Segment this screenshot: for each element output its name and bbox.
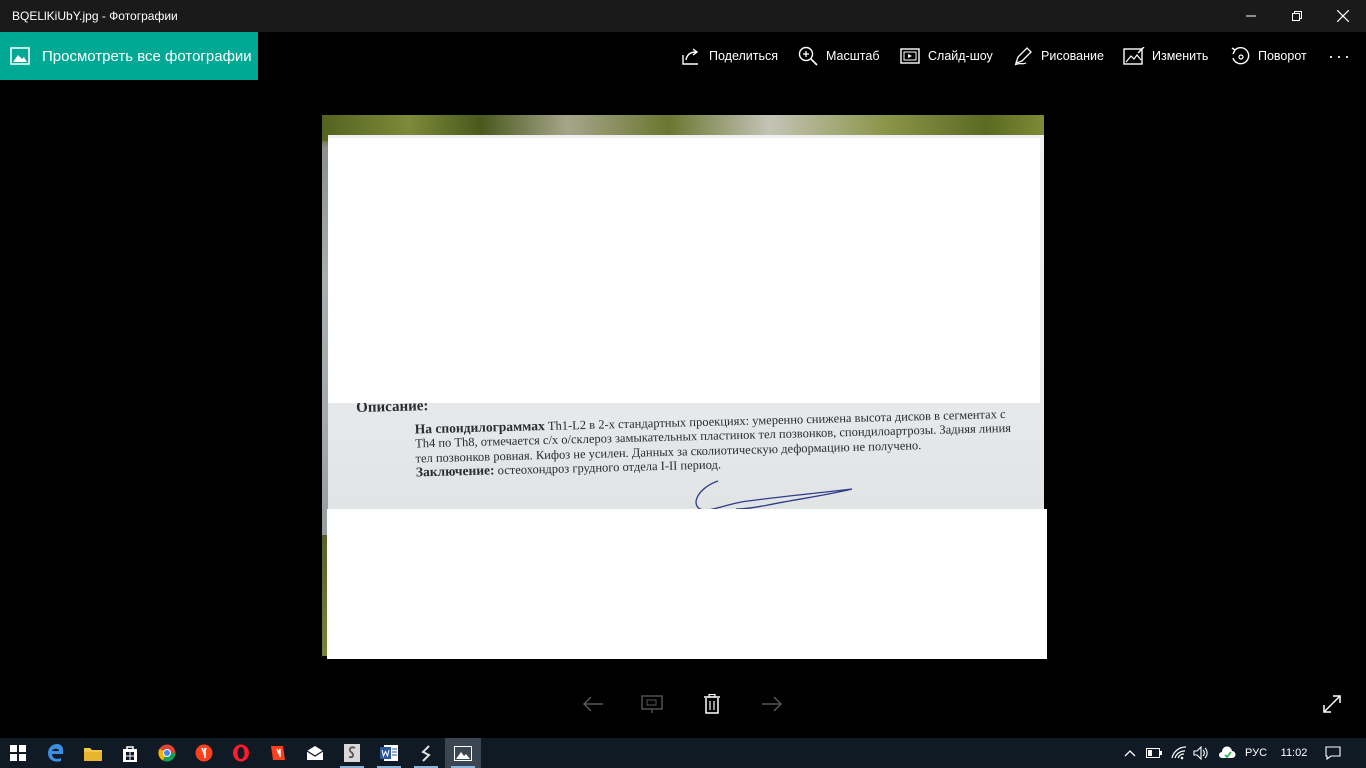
photos-icon xyxy=(454,745,472,761)
taskbar: РУС 11:02 xyxy=(0,738,1366,768)
input-language[interactable]: РУС xyxy=(1240,738,1272,768)
pen-icon xyxy=(1014,47,1032,66)
app-s-icon xyxy=(344,744,360,762)
edge-icon xyxy=(48,744,64,762)
handwritten-signature xyxy=(695,480,853,511)
share-icon xyxy=(682,48,699,65)
fullscreen-button[interactable] xyxy=(1316,688,1348,720)
zoom-label: Масштаб xyxy=(826,49,880,63)
draw-label: Рисование xyxy=(1041,49,1104,63)
folder-icon xyxy=(84,747,102,761)
taskbar-yandex-browser[interactable] xyxy=(260,738,296,768)
slideshow-button[interactable]: Слайд-шоу xyxy=(899,32,993,80)
volume-icon xyxy=(1193,746,1208,760)
taskbar-word[interactable] xyxy=(371,738,407,768)
previous-photo-button[interactable] xyxy=(577,688,609,720)
view-all-photos-button[interactable]: Просмотреть все фотографии xyxy=(0,32,258,80)
trash-icon xyxy=(704,694,720,714)
mail-icon xyxy=(306,746,324,760)
zoom-button[interactable]: Масштаб xyxy=(797,32,879,80)
taskbar-photos[interactable] xyxy=(445,738,481,768)
rotate-label: Поворот xyxy=(1258,49,1307,63)
taskbar-app-s2[interactable] xyxy=(408,738,444,768)
wifi-icon xyxy=(1171,746,1187,760)
arrow-left-icon xyxy=(582,696,603,712)
edit-photo-icon xyxy=(1123,47,1145,65)
zoom-icon xyxy=(798,46,818,66)
present-icon xyxy=(641,695,663,713)
app-toolbar: Просмотреть все фотографии Поделиться Ма… xyxy=(0,32,1366,80)
view-all-label: Просмотреть все фотографии xyxy=(42,47,252,65)
start-button[interactable] xyxy=(0,738,36,768)
more-options-button[interactable]: ··· xyxy=(1320,32,1360,80)
word-icon xyxy=(380,745,398,761)
close-button[interactable] xyxy=(1320,0,1366,32)
window-title: BQELlKiUbY.jpg - Фотографии xyxy=(12,9,178,23)
yandex-browser-icon xyxy=(271,746,285,760)
taskbar-yandex[interactable] xyxy=(186,738,222,768)
chrome-icon xyxy=(158,744,176,762)
document-conclusion-bold: Заключение: xyxy=(415,462,495,480)
sync-indicator[interactable] xyxy=(1216,738,1238,768)
network-indicator[interactable] xyxy=(1169,738,1189,768)
taskbar-edge[interactable] xyxy=(38,738,74,768)
title-bar: BQELlKiUbY.jpg - Фотографии xyxy=(0,0,1366,32)
redacted-area-top xyxy=(328,138,1040,403)
battery-indicator[interactable] xyxy=(1144,738,1164,768)
expand-icon xyxy=(1323,695,1341,713)
restore-button[interactable] xyxy=(1274,0,1320,32)
minimize-icon xyxy=(1246,15,1256,17)
taskbar-mail[interactable] xyxy=(297,738,333,768)
taskbar-chrome[interactable] xyxy=(149,738,185,768)
windows-start-icon xyxy=(10,745,26,761)
opera-icon xyxy=(233,744,249,762)
photo-gallery-icon xyxy=(10,47,30,65)
taskbar-file-explorer[interactable] xyxy=(75,738,111,768)
cloud-sync-icon xyxy=(1219,746,1236,759)
yandex-icon xyxy=(195,744,213,762)
arrow-right-icon xyxy=(762,696,783,712)
slideshow-label: Слайд-шоу xyxy=(928,49,993,63)
chevron-up-icon xyxy=(1124,750,1136,757)
close-icon xyxy=(1337,10,1349,22)
edit-button[interactable]: Изменить xyxy=(1123,32,1208,80)
next-photo-button[interactable] xyxy=(756,688,788,720)
draw-button[interactable]: Рисование xyxy=(1012,32,1104,80)
redacted-area-bottom xyxy=(327,509,1047,659)
action-center-button[interactable] xyxy=(1318,738,1348,768)
delete-button[interactable] xyxy=(696,688,728,720)
clock[interactable]: 11:02 xyxy=(1274,738,1314,768)
edit-label: Изменить xyxy=(1152,49,1209,63)
battery-icon xyxy=(1146,748,1162,758)
share-label: Поделиться xyxy=(709,49,779,63)
rotate-button[interactable]: Поворот xyxy=(1229,32,1307,80)
minimize-button[interactable] xyxy=(1228,0,1274,32)
present-button[interactable] xyxy=(636,688,668,720)
share-button[interactable]: Поделиться xyxy=(680,32,778,80)
taskbar-app-s[interactable] xyxy=(334,738,370,768)
taskbar-store[interactable] xyxy=(112,738,148,768)
restore-icon xyxy=(1292,11,1302,21)
store-icon xyxy=(123,745,137,762)
app-s2-icon xyxy=(421,745,431,762)
taskbar-opera[interactable] xyxy=(223,738,259,768)
show-hidden-icons-button[interactable] xyxy=(1120,738,1140,768)
volume-indicator[interactable] xyxy=(1192,738,1212,768)
notification-icon xyxy=(1325,746,1341,760)
slideshow-icon xyxy=(900,48,920,64)
rotate-icon xyxy=(1231,46,1250,65)
